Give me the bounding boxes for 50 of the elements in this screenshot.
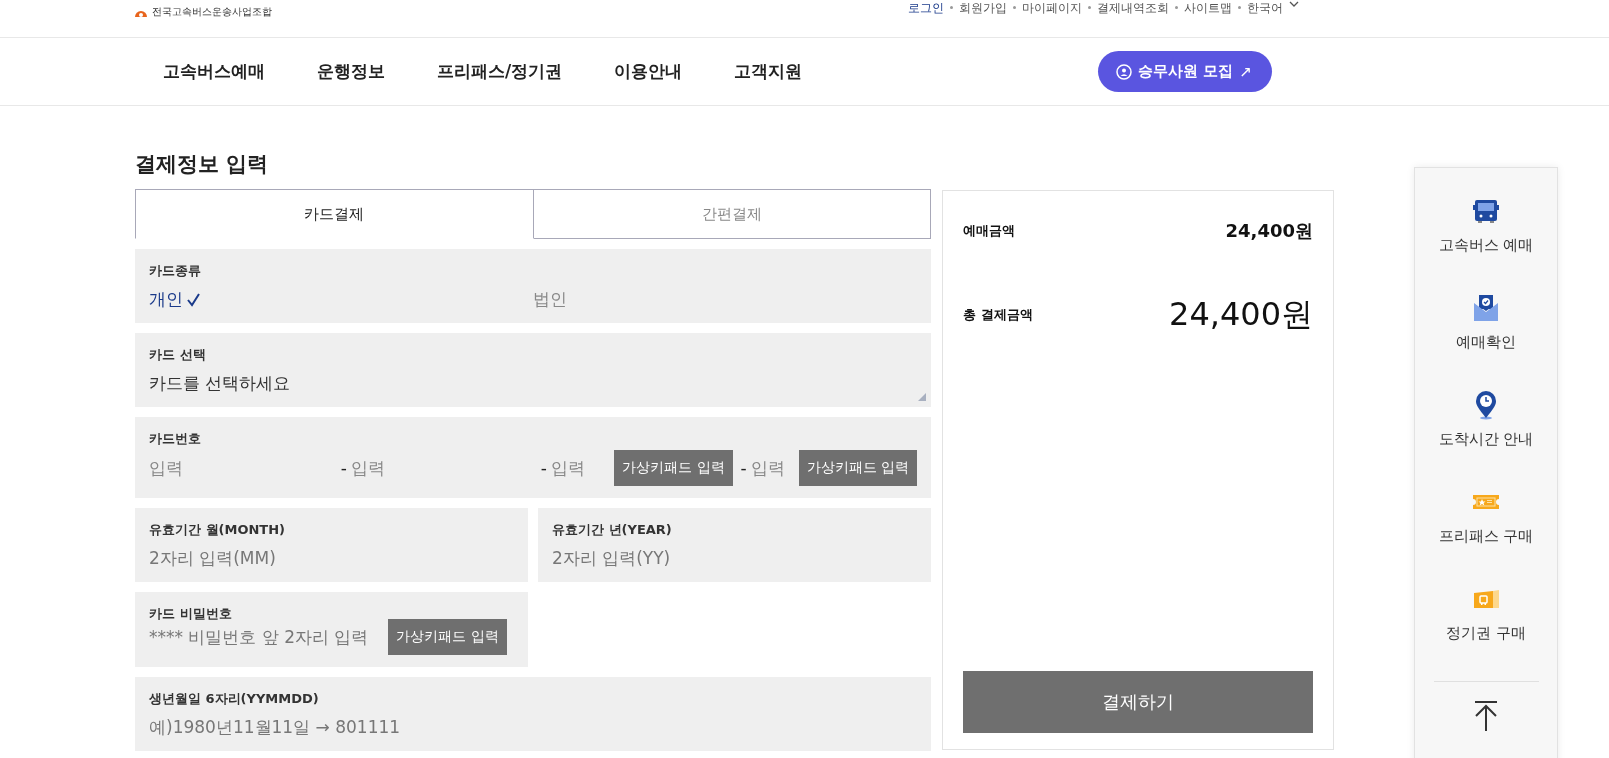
quick-menu-item[interactable]: 정기권 구매 [1446, 584, 1526, 681]
page-title: 결제정보 입력 [135, 151, 270, 178]
top-link[interactable]: 로그인 [908, 0, 944, 17]
input-field[interactable]: 예)1980년11월11일 → 801111 [149, 716, 917, 739]
nav-menu-item[interactable]: 프리패스/정기권 [437, 60, 563, 83]
field-label: 유효기간 월(MONTH) [149, 521, 287, 539]
amount-value: 24,400원 [1169, 294, 1313, 335]
keypad-button[interactable]: 가상키패드 입력 [614, 450, 733, 486]
person-icon [1116, 63, 1133, 80]
amount-value: 24,400원 [1225, 219, 1313, 243]
logo-text: 전국고속버스운송사업조합 [152, 5, 272, 19]
input-field[interactable]: **** 비밀번호 앞 2자리 입력 [149, 625, 369, 649]
top-link[interactable]: 마이페이지 [1022, 0, 1082, 17]
field-label: 카드 비밀번호 [149, 605, 233, 623]
nav-menu-item[interactable]: 이용안내 [614, 60, 683, 83]
nav-menu-item[interactable]: 고객지원 [734, 60, 803, 83]
scroll-to-top-icon[interactable] [1473, 700, 1499, 732]
dash-separator: - [540, 458, 547, 478]
input-field[interactable]: 2자리 입력(MM) [149, 547, 514, 570]
dash-separator: - [740, 458, 747, 478]
field-label: 카드종류 [149, 262, 202, 280]
chevron-down-icon [1289, 0, 1299, 8]
payment-tab[interactable]: 간편결제 [533, 189, 931, 239]
nav-menu-item[interactable]: 운행정보 [317, 60, 385, 83]
field-label: 카드번호 [149, 430, 202, 448]
quick-menu-item[interactable]: 프리패스 구매 [1438, 487, 1534, 584]
top-link[interactable]: 결제내역조회 [1097, 0, 1169, 17]
amount-label: 총 결제금액 [963, 306, 1033, 324]
nav-menu-item[interactable]: 고속버스예매 [163, 60, 265, 83]
card-select[interactable]: 카드를 선택하세요 [149, 372, 917, 395]
field-label: 카드 선택 [149, 346, 207, 364]
pay-button[interactable]: 결제하기 [963, 671, 1313, 733]
keypad-button[interactable]: 가상키패드 입력 [388, 619, 507, 655]
field-label: 유효기간 년(YEAR) [552, 521, 673, 539]
recruit-button[interactable]: 승무사원 모집 ↗ [1098, 51, 1272, 92]
amount-label: 예매금액 [963, 222, 1015, 240]
top-link[interactable]: 사이트맵 [1184, 0, 1232, 17]
top-link[interactable]: 한국어 [1247, 0, 1283, 17]
dash-separator: - [340, 458, 347, 478]
keypad-button[interactable]: 가상키패드 입력 [798, 450, 917, 486]
quick-menu-item[interactable]: 고속버스 예매 [1438, 196, 1534, 293]
radio-option[interactable]: 개인 [149, 288, 533, 311]
quick-menu-item[interactable]: 예매확인 [1456, 293, 1516, 390]
field-label: 생년월일 6자리(YYMMDD) [149, 690, 320, 708]
resize-corner-icon [918, 393, 926, 401]
payment-tab[interactable]: 카드결제 [135, 189, 534, 239]
check-icon [186, 292, 201, 307]
top-link[interactable]: 회원가입 [959, 0, 1007, 17]
quick-menu-item[interactable]: 도착시간 안내 [1438, 390, 1534, 487]
input-field[interactable]: 2자리 입력(YY) [552, 547, 917, 570]
